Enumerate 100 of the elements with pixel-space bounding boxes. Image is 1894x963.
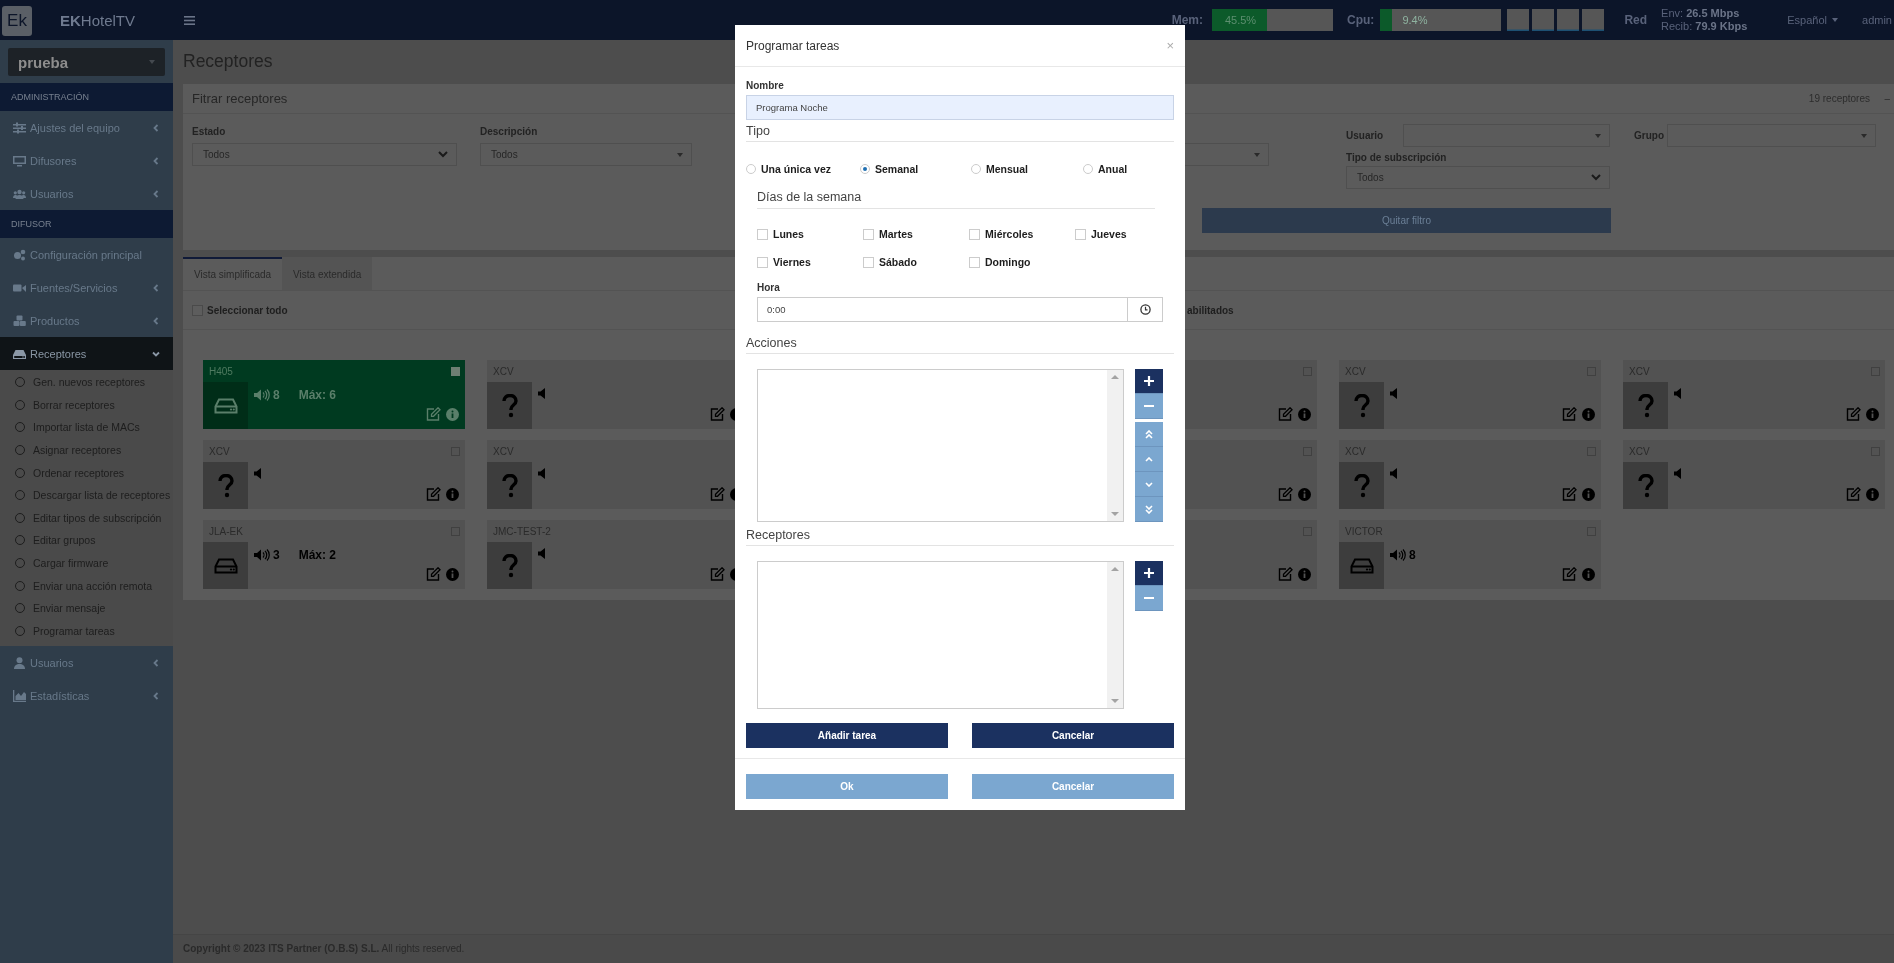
- add-button[interactable]: [1135, 561, 1163, 586]
- speaker-icon: [1390, 468, 1397, 479]
- question-mark-icon: [1637, 473, 1654, 498]
- monitor-icon: [13, 154, 26, 167]
- received-rate: Recib: 79.9 Kbps: [1661, 20, 1748, 33]
- receiver-card[interactable]: H405 8 Máx: 6: [203, 360, 465, 429]
- nav-item[interactable]: Ajustes del equipo: [0, 111, 173, 144]
- clock-button[interactable]: [1128, 297, 1163, 322]
- user-menu[interactable]: admin: [1862, 14, 1892, 26]
- move-top-button[interactable]: [1135, 422, 1163, 447]
- info-icon[interactable]: [446, 488, 459, 501]
- sliders-icon: [13, 121, 26, 134]
- info-icon[interactable]: [446, 568, 459, 581]
- section-heading: Acciones: [746, 334, 1174, 354]
- edit-icon[interactable]: [426, 407, 441, 421]
- edit-icon[interactable]: [1846, 407, 1861, 421]
- nav-item[interactable]: Productos: [0, 304, 173, 337]
- chevron-down-icon: [438, 151, 448, 158]
- clear-filter-button[interactable]: Quitar filtro: [1202, 208, 1611, 233]
- time-field[interactable]: 0:00: [757, 297, 1128, 322]
- cpu-label: Cpu:: [1347, 13, 1375, 27]
- nav-item[interactable]: Configuración principal: [0, 238, 173, 271]
- add-task-button[interactable]: Añadir tarea: [746, 723, 948, 748]
- chevron-left-icon: [152, 658, 160, 667]
- scrollbar[interactable]: [1107, 370, 1123, 521]
- day-label: Jueves: [1091, 228, 1127, 240]
- plus-icon: [1144, 568, 1154, 578]
- cogs-icon: [13, 248, 26, 261]
- dialog-title: Programar tareas: [746, 38, 840, 53]
- nav-item[interactable]: Estadísticas: [0, 679, 173, 713]
- filter-label: Grupo: [1634, 129, 1664, 143]
- section-heading: Tipo: [746, 122, 1174, 142]
- nav-item[interactable]: Difusores: [0, 144, 173, 177]
- set-top-box-icon: [213, 397, 238, 414]
- cancel-button[interactable]: Cancelar: [972, 774, 1174, 799]
- logo-mark: Ek: [2, 6, 32, 36]
- move-bottom-button[interactable]: [1135, 497, 1163, 522]
- volume-icon: [1390, 549, 1406, 561]
- edit-icon[interactable]: [710, 407, 725, 421]
- move-down-button[interactable]: [1135, 472, 1163, 497]
- info-icon[interactable]: [1582, 568, 1595, 581]
- edit-icon[interactable]: [1562, 487, 1577, 501]
- info-icon[interactable]: [1298, 488, 1311, 501]
- chevron-left-icon: [152, 283, 160, 292]
- checkbox[interactable]: [451, 366, 460, 376]
- cpu-reading: 9.4%: [1402, 13, 1428, 28]
- edit-icon[interactable]: [1846, 487, 1861, 501]
- question-mark-icon: [501, 393, 518, 418]
- set-top-box-icon: [1349, 557, 1374, 574]
- edit-icon[interactable]: [1278, 407, 1293, 421]
- edit-icon[interactable]: [1278, 487, 1293, 501]
- checkbox-label: abilitados: [1187, 304, 1234, 316]
- info-icon[interactable]: [1298, 408, 1311, 421]
- cancel-button[interactable]: Cancelar: [972, 723, 1174, 748]
- info-icon[interactable]: [446, 408, 459, 421]
- info-icon[interactable]: [1866, 408, 1879, 421]
- day-label: Viernes: [773, 256, 811, 268]
- language-dropdown[interactable]: Español: [1787, 14, 1839, 26]
- speaker-icon: [1390, 388, 1397, 399]
- hdd-icon: [13, 347, 26, 360]
- edit-icon[interactable]: [1278, 567, 1293, 581]
- info-icon[interactable]: [1866, 488, 1879, 501]
- scrollbar[interactable]: [1107, 562, 1123, 708]
- edit-icon[interactable]: [1562, 567, 1577, 581]
- info-icon[interactable]: [1582, 408, 1595, 421]
- plus-icon: [1144, 376, 1154, 386]
- edit-icon[interactable]: [426, 567, 441, 581]
- site-select[interactable]: prueba: [8, 48, 165, 76]
- speaker-icon: [1674, 468, 1681, 479]
- nav-item[interactable]: Fuentes/Servicios: [0, 271, 173, 304]
- chevron-left-icon: [152, 691, 160, 700]
- add-button[interactable]: [1135, 369, 1163, 394]
- menu-icon[interactable]: [184, 15, 195, 25]
- double-chevron-up-icon: [1145, 429, 1153, 439]
- filter-label: Usuario: [1346, 129, 1385, 143]
- nav-item[interactable]: Receptores: [0, 337, 173, 370]
- edit-icon[interactable]: [710, 487, 725, 501]
- receiver-name: H405: [209, 365, 234, 377]
- close-button[interactable]: ×: [1166, 38, 1174, 53]
- edit-icon[interactable]: [426, 487, 441, 501]
- move-up-button[interactable]: [1135, 447, 1163, 472]
- info-icon[interactable]: [1298, 568, 1311, 581]
- info-icon[interactable]: [1582, 488, 1595, 501]
- edit-icon[interactable]: [710, 567, 725, 581]
- nav-item[interactable]: Usuarios: [0, 646, 173, 680]
- minus-icon: [1144, 405, 1154, 407]
- name-label: Nombre: [746, 80, 785, 91]
- day-label: Miércoles: [985, 228, 1034, 240]
- collapse-button[interactable]: −: [1884, 92, 1894, 105]
- edit-icon[interactable]: [1562, 407, 1577, 421]
- volume-icon: [254, 389, 270, 401]
- speaker-icon: [254, 468, 261, 479]
- section-header: ADMINISTRACIÓN: [0, 83, 173, 111]
- memory-label: Mem:: [1171, 13, 1204, 27]
- ok-button[interactable]: Ok: [746, 774, 948, 799]
- nav-item[interactable]: Usuarios: [0, 177, 173, 210]
- time-label: Hora: [757, 282, 781, 293]
- name-field[interactable]: Programa Noche: [746, 95, 1174, 120]
- max-value: Máx: 6: [298, 388, 337, 402]
- minus-icon: [1144, 597, 1154, 599]
